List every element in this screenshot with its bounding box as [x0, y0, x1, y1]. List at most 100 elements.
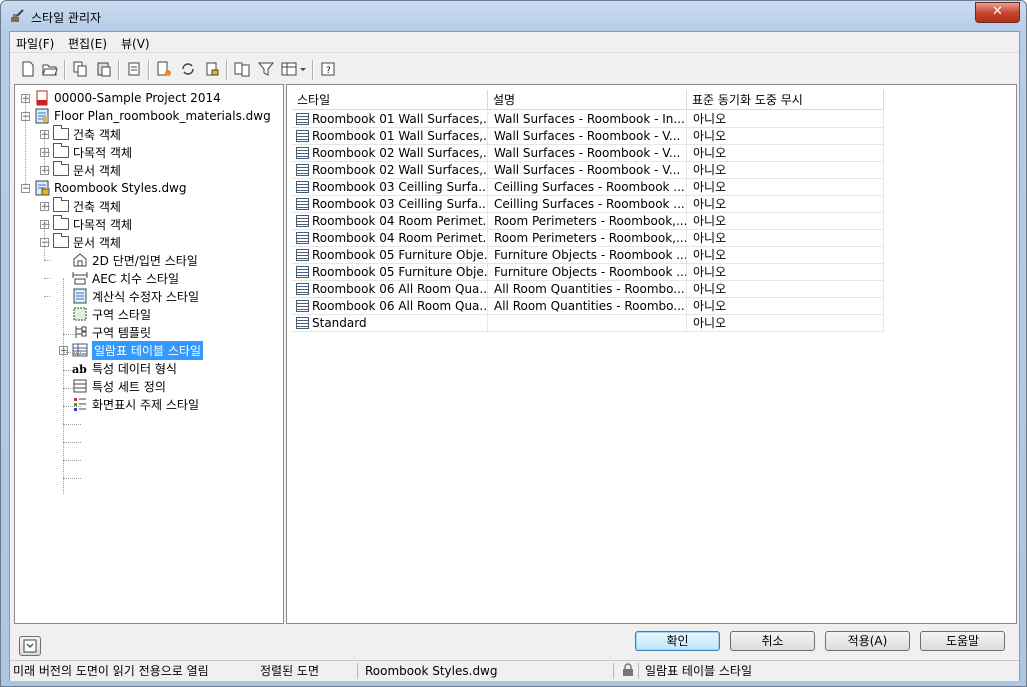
- tree-item[interactable]: 구역 템플릿: [59, 323, 151, 341]
- tree-item[interactable]: 화면표시 주제 스타일: [59, 395, 199, 413]
- lock-icon[interactable]: [202, 60, 222, 78]
- tree-item[interactable]: 2D 단면/입면 스타일: [59, 251, 198, 269]
- schedule-table-icon: [296, 232, 309, 244]
- tree-item[interactable]: − 문서 객체: [40, 233, 121, 251]
- ignore-sync-cell[interactable]: 아니오: [687, 145, 884, 162]
- schedule-table-icon: [296, 181, 309, 193]
- description-cell[interactable]: Room Perimeters - Roombook,...: [488, 213, 687, 230]
- tree-item-label: Roombook Styles.dwg: [54, 181, 187, 195]
- description-cell[interactable]: Furniture Objects - Roombook ...: [488, 264, 687, 281]
- tree-item-label: 일람표 테이블 스타일: [92, 340, 203, 360]
- ignore-sync-cell[interactable]: 아니오: [687, 162, 884, 179]
- schedule-table-icon: [296, 215, 309, 227]
- description-cell[interactable]: Wall Surfaces - Roombook - In...: [488, 111, 687, 128]
- folder-shape: [53, 161, 69, 176]
- cell-text: Wall Surfaces - Roombook - V...: [494, 163, 681, 177]
- style-name-cell[interactable]: Roombook 01 Wall Surfaces,...: [292, 111, 488, 128]
- ignore-sync-cell[interactable]: 아니오: [687, 247, 884, 264]
- tree-item[interactable]: + 문서 객체: [40, 161, 121, 179]
- cell-text: Ceilling Surfaces - Roombook ...: [494, 180, 685, 194]
- tree-item[interactable]: 특성 세트 정의: [59, 377, 166, 395]
- description-cell[interactable]: Wall Surfaces - Roombook - V...: [488, 145, 687, 162]
- menu-edit[interactable]: 편집(E): [68, 35, 107, 52]
- column-header-description[interactable]: 설명: [488, 90, 687, 110]
- style-tree[interactable]: +00000-Sample Project 2014− Floor Plan_ro…: [14, 84, 284, 624]
- paste-icon[interactable]: [94, 60, 114, 78]
- filter-icon[interactable]: [256, 60, 276, 78]
- style-name-cell[interactable]: Roombook 05 Furniture Obje...: [292, 247, 488, 264]
- description-cell[interactable]: Ceilling Surfaces - Roombook ...: [488, 196, 687, 213]
- ignore-sync-cell[interactable]: 아니오: [687, 196, 884, 213]
- purge-icon[interactable]: [124, 60, 144, 78]
- style-name-cell[interactable]: Roombook 03 Ceilling Surfa...: [292, 196, 488, 213]
- style-name-cell[interactable]: Roombook 04 Room Perimet...: [292, 213, 488, 230]
- style-name-cell[interactable]: Roombook 06 All Room Qua...: [292, 281, 488, 298]
- style-name-cell[interactable]: Roombook 02 Wall Surfaces,...: [292, 162, 488, 179]
- tree-item[interactable]: + 일람표 테이블 스타일: [59, 340, 203, 360]
- cancel-button[interactable]: 취소: [730, 631, 815, 651]
- style-name-cell[interactable]: Roombook 03 Ceilling Surfa...: [292, 179, 488, 196]
- description-cell[interactable]: Furniture Objects - Roombook ...: [488, 247, 687, 264]
- menu-bar: 파일(F) 편집(E) 뷰(V): [10, 32, 1019, 53]
- sync-icon[interactable]: [178, 60, 198, 78]
- ignore-sync-cell[interactable]: 아니오: [687, 213, 884, 230]
- style-name-cell[interactable]: Roombook 02 Wall Surfaces,...: [292, 145, 488, 162]
- description-cell[interactable]: Room Perimeters - Roombook,...: [488, 230, 687, 247]
- style-list[interactable]: 스타일 설명 표준 동기화 도중 무시 Roombook 01 Wall Sur…: [286, 84, 1017, 624]
- tree-item[interactable]: AEC 치수 스타일: [59, 269, 179, 287]
- ignore-sync-cell[interactable]: 아니오: [687, 179, 884, 196]
- help-button[interactable]: 도움말: [920, 631, 1005, 651]
- ignore-sync-cell[interactable]: 아니오: [687, 111, 884, 128]
- tree-item[interactable]: +00000-Sample Project 2014: [21, 89, 221, 107]
- cell-text: Wall Surfaces - Roombook - V...: [494, 146, 681, 160]
- style-name-cell[interactable]: Roombook 05 Furniture Obje...: [292, 264, 488, 281]
- column-header-ignore-sync[interactable]: 표준 동기화 도중 무시: [687, 90, 884, 110]
- menu-file[interactable]: 파일(F): [16, 35, 54, 52]
- ignore-sync-cell[interactable]: 아니오: [687, 298, 884, 315]
- ignore-sync-cell[interactable]: 아니오: [687, 230, 884, 247]
- description-cell[interactable]: All Room Quantities - Roombo...: [488, 281, 687, 298]
- ignore-sync-cell[interactable]: 아니오: [687, 281, 884, 298]
- close-button[interactable]: ✕: [975, 2, 1020, 23]
- tree-item[interactable]: + 다목적 객체: [40, 215, 132, 233]
- column-header-style[interactable]: 스타일: [292, 90, 488, 110]
- tree-item[interactable]: + 건축 객체: [40, 197, 121, 215]
- ignore-sync-cell[interactable]: 아니오: [687, 264, 884, 281]
- new-icon[interactable]: [18, 60, 38, 78]
- description-cell[interactable]: Ceilling Surfaces - Roombook ...: [488, 179, 687, 196]
- tree-connector: [44, 206, 50, 207]
- tree-item[interactable]: 계산식 수정자 스타일: [59, 287, 199, 305]
- tree-item[interactable]: + 건축 객체: [40, 125, 121, 143]
- style-name-cell[interactable]: Standard: [292, 315, 488, 332]
- status-divider: [357, 663, 358, 679]
- cell-text: 아니오: [693, 180, 727, 194]
- tree-item[interactable]: − Floor Plan_roombook_materials.dwg: [21, 107, 271, 125]
- view-options-icon[interactable]: [280, 60, 308, 78]
- tree-item[interactable]: 구역 스타일: [59, 305, 151, 323]
- style-name-cell[interactable]: Roombook 06 All Room Qua...: [292, 298, 488, 315]
- ignore-sync-cell[interactable]: 아니오: [687, 315, 884, 332]
- style-name-cell[interactable]: Roombook 01 Wall Surfaces,...: [292, 128, 488, 145]
- tree-item[interactable]: + 다목적 객체: [40, 143, 132, 161]
- ok-button[interactable]: 확인: [635, 631, 720, 651]
- title-bar[interactable]: 스타일 관리자 ✕: [1, 1, 1026, 31]
- description-cell[interactable]: All Room Quantities - Roombo...: [488, 298, 687, 315]
- tree-item[interactable]: ab 특성 데이터 형식: [59, 359, 177, 377]
- compare-icon[interactable]: [232, 60, 252, 78]
- copy-icon[interactable]: [70, 60, 90, 78]
- calculation-icon: [72, 288, 88, 304]
- description-cell[interactable]: Wall Surfaces - Roombook - V...: [488, 128, 687, 145]
- style-name-cell[interactable]: Roombook 04 Room Perimet...: [292, 230, 488, 247]
- cell-text: 아니오: [693, 163, 727, 177]
- status-message: 미래 버전의 도면이 읽기 전용으로 열림: [13, 664, 209, 678]
- edit-style-icon[interactable]: [154, 60, 174, 78]
- menu-view[interactable]: 뷰(V): [121, 35, 150, 52]
- help-icon[interactable]: ?: [318, 60, 338, 78]
- help-toolbar-icon[interactable]: [19, 636, 41, 656]
- tree-item-label: 2D 단면/입면 스타일: [92, 253, 198, 268]
- ignore-sync-cell[interactable]: 아니오: [687, 128, 884, 145]
- open-icon[interactable]: [40, 60, 60, 78]
- apply-button[interactable]: 적용(A): [825, 631, 910, 651]
- description-cell[interactable]: Wall Surfaces - Roombook - V...: [488, 162, 687, 179]
- description-cell[interactable]: [488, 315, 687, 332]
